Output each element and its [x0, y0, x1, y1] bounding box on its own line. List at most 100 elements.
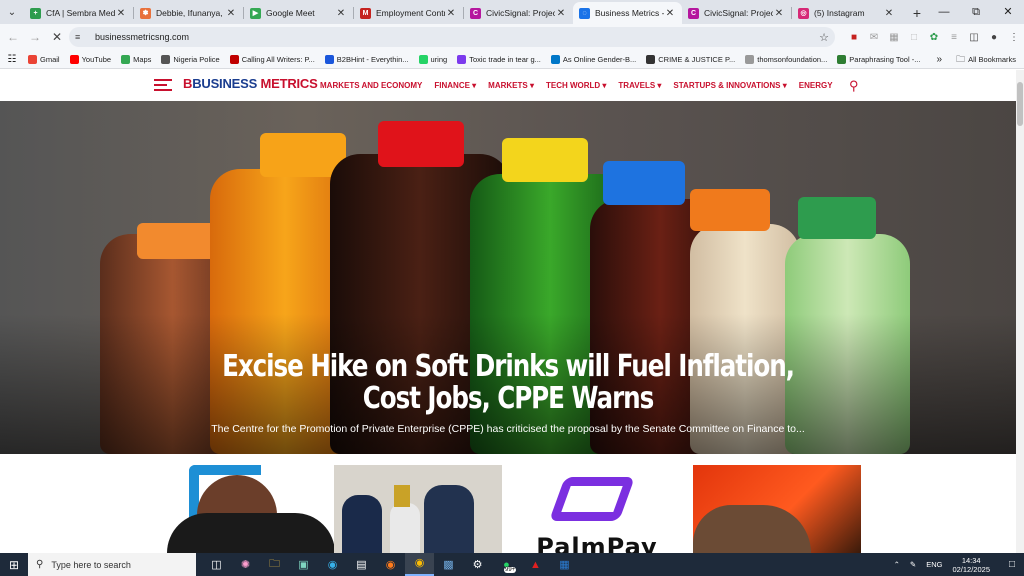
copilot-icon[interactable]: ✺: [231, 558, 260, 571]
tab-search-button[interactable]: ⌄: [0, 0, 24, 24]
app-pc-icon[interactable]: ▣: [289, 558, 318, 571]
hamburger-menu-icon[interactable]: [154, 79, 172, 91]
extension-leaf-icon[interactable]: ✿: [924, 32, 944, 43]
bookmark-favicon-icon: [457, 54, 467, 64]
forward-button[interactable]: →: [24, 30, 46, 44]
site-menu-item[interactable]: FINANCE ▾: [434, 81, 476, 90]
profile-avatar[interactable]: ●: [984, 32, 1004, 43]
tab-close-icon[interactable]: ✕: [115, 8, 127, 19]
window-controls: — ⧉ ✕: [928, 0, 1024, 24]
tab-title: CivicSignal: Project Cl: [486, 8, 555, 18]
tab-close-icon[interactable]: ✕: [664, 8, 676, 19]
acrobat-icon[interactable]: ▲: [521, 559, 550, 571]
bookmark-item[interactable]: Nigeria Police: [161, 54, 220, 64]
site-menu-item[interactable]: ENERGY: [799, 81, 833, 90]
browser-tab[interactable]: ✽ Debbie, Ifunanya, Pra✕: [134, 2, 243, 24]
apps-grid-icon[interactable]: ☷: [0, 54, 24, 65]
new-tab-button[interactable]: +: [907, 3, 927, 23]
clock[interactable]: 14:34 02/12/2025: [952, 556, 990, 574]
extensions-puzzle-icon[interactable]: ◫: [964, 32, 984, 43]
browser-tab[interactable]: ◎ (5) Instagram ✕: [792, 2, 901, 24]
bookmark-item[interactable]: uring: [418, 54, 447, 64]
bookmark-item[interactable]: Toxic trade in tear g...: [457, 54, 541, 64]
bookmark-item[interactable]: Gmail: [28, 54, 60, 64]
taskbar-search-box[interactable]: ⚲ Type here to search: [28, 553, 196, 576]
close-window-button[interactable]: ✕: [992, 0, 1024, 24]
tab-close-icon[interactable]: ✕: [773, 8, 785, 19]
bookmark-item[interactable]: As Online Gender-B...: [550, 54, 636, 64]
browser-toolbar: ← → ✕ ≡ businessmetricsng.com ☆ ■ ✉ ▦ □ …: [0, 24, 1024, 50]
site-menu-item[interactable]: TECH WORLD ▾: [546, 81, 606, 90]
page-scrollbar[interactable]: [1016, 70, 1024, 553]
thumbnail-2[interactable]: [334, 465, 502, 553]
bookmark-item[interactable]: Maps: [121, 54, 151, 64]
back-button[interactable]: ←: [2, 30, 24, 44]
whatsapp-icon[interactable]: ● 99+: [492, 559, 521, 573]
bookmark-item[interactable]: B2BHint - Everythin...: [324, 54, 409, 64]
pen-icon[interactable]: ✎: [910, 560, 916, 569]
edge-icon[interactable]: ◉: [318, 558, 347, 571]
url-text[interactable]: businessmetricsng.com: [95, 32, 189, 42]
menu-kebab-icon[interactable]: ⋮: [1004, 32, 1024, 43]
scrollbar-thumb[interactable]: [1017, 82, 1023, 126]
bookmarks-overflow-button[interactable]: »: [936, 54, 942, 65]
notifications-icon[interactable]: □: [1000, 559, 1024, 570]
chrome-icon[interactable]: ◉: [405, 553, 434, 576]
language-indicator[interactable]: ENG: [926, 560, 942, 569]
tab-favicon-icon: +: [30, 7, 41, 19]
extension-square-icon[interactable]: □: [904, 32, 924, 43]
bookmark-item[interactable]: thomsonfoundation...: [745, 54, 827, 64]
thumbnail-1[interactable]: [167, 465, 335, 553]
site-menu-item[interactable]: TRAVELS ▾: [618, 81, 661, 90]
site-menu-item[interactable]: STARTUPS & INNOVATIONS ▾: [673, 81, 786, 90]
thumbnail-4[interactable]: [693, 465, 861, 553]
app-monitor-icon[interactable]: ▩: [434, 558, 463, 571]
browser-tab[interactable]: M Employment Contrac✕: [354, 2, 463, 24]
hero-headline[interactable]: Excise Hike on Soft Drinks will Fuel Inf…: [190, 351, 826, 415]
extension-red-icon[interactable]: ■: [844, 32, 864, 43]
site-search-icon[interactable]: ⚲: [849, 78, 859, 94]
bookmark-star-icon[interactable]: ☆: [819, 31, 829, 44]
tab-close-icon[interactable]: ✕: [883, 8, 895, 19]
bookmark-favicon-icon: [229, 54, 239, 64]
start-button[interactable]: ⊞: [0, 558, 28, 572]
extension-mail-icon[interactable]: ✉: [864, 32, 884, 43]
tab-close-icon[interactable]: ✕: [225, 8, 237, 19]
extensions-area: ■ ✉ ▦ □ ✿ ≡ ◫ ● ⋮: [844, 24, 1024, 50]
file-explorer-icon[interactable]: 🗀: [260, 555, 289, 574]
tab-favicon-icon: C: [688, 7, 699, 19]
task-view-icon[interactable]: ◫: [202, 558, 231, 571]
firefox-icon[interactable]: ◉: [376, 558, 405, 571]
browser-tab[interactable]: C CivicSignal: Project Cl✕: [682, 2, 791, 24]
site-logo[interactable]: BBUSINESS METRICS: [183, 76, 318, 91]
bookmark-favicon-icon: [745, 54, 755, 64]
word-icon[interactable]: ▦: [550, 558, 579, 571]
settings-gear-icon[interactable]: ⚙: [463, 558, 492, 571]
thumbnail-palmpay[interactable]: PalmPay: [513, 465, 681, 553]
minimize-button[interactable]: —: [928, 0, 960, 24]
browser-tab[interactable]: ◌ Business Metrics - Bu✕: [573, 2, 682, 24]
browser-tab[interactable]: C CivicSignal: Project Cl✕: [464, 2, 573, 24]
tab-close-icon[interactable]: ✕: [445, 8, 457, 19]
bookmark-item[interactable]: CRIME & JUSTICE P...: [646, 54, 735, 64]
address-bar[interactable]: ≡ businessmetricsng.com ☆: [69, 27, 835, 47]
stop-loading-button[interactable]: ✕: [46, 30, 68, 44]
hero-slide[interactable]: Excise Hike on Soft Drinks will Fuel Inf…: [0, 101, 1016, 454]
restore-button[interactable]: ⧉: [960, 0, 992, 24]
all-bookmarks-button[interactable]: All Bookmarks: [968, 55, 1016, 64]
tab-close-icon[interactable]: ✕: [335, 8, 347, 19]
extension-list-icon[interactable]: ≡: [944, 32, 964, 43]
palmpay-logo-icon: [548, 477, 636, 521]
app-window-icon[interactable]: ▤: [347, 558, 376, 571]
bookmark-item[interactable]: Calling All Writers: P...: [229, 54, 315, 64]
bookmark-item[interactable]: Paraphrasing Tool -...: [837, 54, 920, 64]
site-menu-item[interactable]: MARKETS ▾: [488, 81, 534, 90]
tab-close-icon[interactable]: ✕: [555, 8, 567, 19]
bookmark-item[interactable]: YouTube: [69, 54, 111, 64]
tray-overflow-icon[interactable]: ⌃: [894, 560, 900, 569]
site-menu-item[interactable]: MARKETS AND ECONOMY: [320, 81, 422, 90]
site-info-icon[interactable]: ≡: [75, 32, 91, 42]
browser-tab[interactable]: + CfA | Sembra Media |✕: [24, 2, 133, 24]
browser-tab[interactable]: ▶ Google Meet ✕: [244, 2, 353, 24]
extension-grid-icon[interactable]: ▦: [884, 32, 904, 43]
